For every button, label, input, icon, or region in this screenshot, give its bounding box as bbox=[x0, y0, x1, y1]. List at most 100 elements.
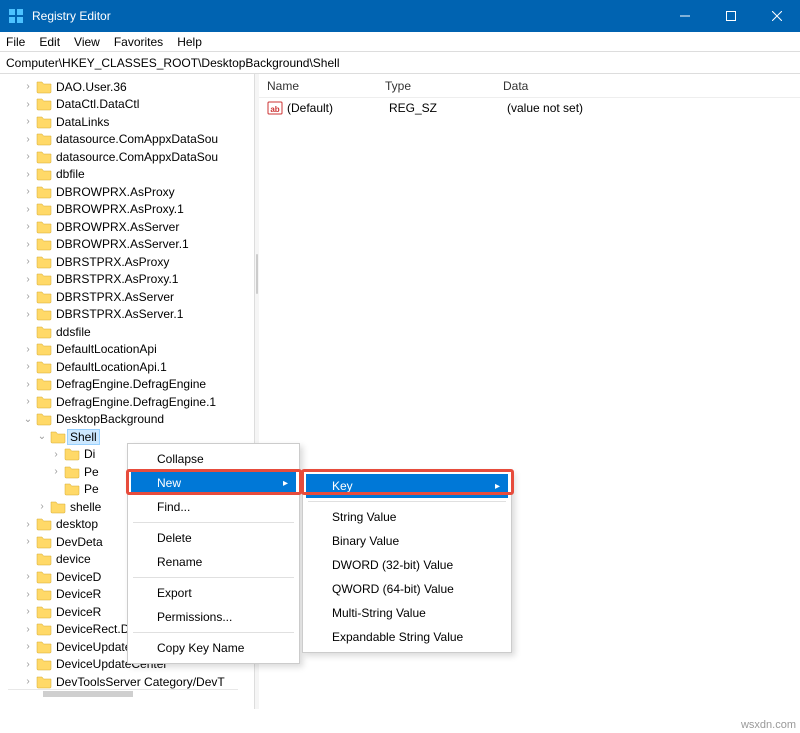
tree-item[interactable]: ›DBRSTPRX.AsServer.1 bbox=[0, 306, 254, 324]
ctx-collapse[interactable]: Collapse bbox=[131, 447, 296, 471]
menu-favorites[interactable]: Favorites bbox=[114, 35, 163, 49]
chevron-right-icon[interactable]: › bbox=[22, 186, 34, 197]
ctx-export[interactable]: Export bbox=[131, 581, 296, 605]
chevron-right-icon[interactable]: › bbox=[22, 519, 34, 530]
chevron-right-icon[interactable]: › bbox=[22, 606, 34, 617]
ctx-new-multistring[interactable]: Multi-String Value bbox=[306, 601, 508, 625]
chevron-right-icon[interactable]: › bbox=[22, 536, 34, 547]
folder-icon bbox=[36, 167, 52, 181]
chevron-right-icon[interactable]: › bbox=[22, 396, 34, 407]
chevron-right-icon[interactable]: › bbox=[22, 239, 34, 250]
tree-item[interactable]: ddsfile bbox=[0, 323, 254, 341]
tree-item[interactable]: ›DBRSTPRX.AsServer bbox=[0, 288, 254, 306]
string-value-icon: ab bbox=[267, 100, 283, 116]
tree-item[interactable]: › DBRSTPRX.AsProxy.1 bbox=[0, 271, 254, 289]
tree-item[interactable]: ›DataCtl.DataCtl bbox=[0, 96, 254, 114]
tree-label: DBRSTPRX.AsProxy bbox=[56, 255, 169, 269]
ctx-new-binary[interactable]: Binary Value bbox=[306, 529, 508, 553]
chevron-right-icon[interactable]: › bbox=[22, 169, 34, 180]
menu-file[interactable]: File bbox=[6, 35, 25, 49]
tree-item[interactable]: ›DefragEngine.DefragEngine bbox=[0, 376, 254, 394]
address-bar[interactable]: Computer\HKEY_CLASSES_ROOT\DesktopBackgr… bbox=[0, 52, 800, 74]
ctx-new-qword[interactable]: QWORD (64-bit) Value bbox=[306, 577, 508, 601]
folder-icon bbox=[36, 342, 52, 356]
chevron-right-icon[interactable]: › bbox=[22, 274, 34, 285]
tree-item[interactable]: › DevToolsServer Category/DevT bbox=[0, 673, 254, 691]
tree-item[interactable]: ›DataLinks bbox=[0, 113, 254, 131]
tree-item[interactable]: ›dbfile bbox=[0, 166, 254, 184]
chevron-right-icon[interactable]: › bbox=[22, 221, 34, 232]
folder-icon bbox=[36, 395, 52, 409]
ctx-new[interactable]: New bbox=[131, 471, 296, 495]
chevron-right-icon[interactable]: › bbox=[50, 449, 62, 460]
ctx-rename[interactable]: Rename bbox=[131, 550, 296, 574]
tree-item[interactable]: ⌄DesktopBackground bbox=[0, 411, 254, 429]
folder-icon bbox=[36, 377, 52, 391]
folder-icon bbox=[36, 272, 52, 286]
tree-label: DevToolsServer Category/DevT bbox=[56, 675, 225, 689]
ctx-delete[interactable]: Delete bbox=[131, 526, 296, 550]
chevron-right-icon[interactable]: › bbox=[22, 309, 34, 320]
chevron-right-icon[interactable]: › bbox=[22, 641, 34, 652]
chevron-right-icon[interactable]: › bbox=[36, 501, 48, 512]
chevron-right-icon[interactable]: › bbox=[22, 81, 34, 92]
tree-item[interactable]: ›DefragEngine.DefragEngine.1 bbox=[0, 393, 254, 411]
horizontal-scrollbar[interactable] bbox=[8, 689, 238, 697]
chevron-right-icon[interactable]: › bbox=[22, 589, 34, 600]
maximize-button[interactable] bbox=[708, 0, 754, 32]
minimize-button[interactable] bbox=[662, 0, 708, 32]
tree-item[interactable]: ›datasource.ComAppxDataSou bbox=[0, 148, 254, 166]
tree-item[interactable]: ›DefaultLocationApi.1 bbox=[0, 358, 254, 376]
tree-label: DBRSTPRX.AsProxy.1 bbox=[56, 272, 178, 286]
folder-icon bbox=[36, 185, 52, 199]
tree-item[interactable]: › DBRSTPRX.AsProxy bbox=[0, 253, 254, 271]
col-data[interactable]: Data bbox=[495, 79, 800, 93]
tree-item[interactable]: › DBROWPRX.AsServer.1 bbox=[0, 236, 254, 254]
col-name[interactable]: Name bbox=[259, 79, 377, 93]
chevron-right-icon[interactable]: › bbox=[22, 134, 34, 145]
menu-help[interactable]: Help bbox=[177, 35, 202, 49]
ctx-find[interactable]: Find... bbox=[131, 495, 296, 519]
folder-icon bbox=[36, 412, 52, 426]
ctx-copykeyname[interactable]: Copy Key Name bbox=[131, 636, 296, 660]
list-header[interactable]: Name Type Data bbox=[259, 74, 800, 98]
menu-view[interactable]: View bbox=[74, 35, 100, 49]
titlebar[interactable]: Registry Editor bbox=[0, 0, 800, 32]
tree-item[interactable]: ›DBROWPRX.AsProxy.1 bbox=[0, 201, 254, 219]
folder-icon bbox=[36, 640, 52, 654]
chevron-right-icon[interactable]: › bbox=[22, 116, 34, 127]
chevron-right-icon[interactable]: › bbox=[22, 571, 34, 582]
ctx-new-dword[interactable]: DWORD (32-bit) Value bbox=[306, 553, 508, 577]
ctx-new-key[interactable]: Key bbox=[306, 474, 508, 498]
chevron-right-icon[interactable]: › bbox=[50, 466, 62, 477]
col-type[interactable]: Type bbox=[377, 79, 495, 93]
chevron-down-icon[interactable]: ⌄ bbox=[22, 414, 34, 425]
tree-item[interactable]: ›datasource.ComAppxDataSou bbox=[0, 131, 254, 149]
tree-item[interactable]: ›DefaultLocationApi bbox=[0, 341, 254, 359]
chevron-right-icon[interactable]: › bbox=[22, 291, 34, 302]
chevron-right-icon[interactable]: › bbox=[22, 676, 34, 687]
chevron-right-icon[interactable]: › bbox=[22, 624, 34, 635]
value-name: (Default) bbox=[287, 101, 389, 115]
tree-item[interactable]: ›DBROWPRX.AsProxy bbox=[0, 183, 254, 201]
chevron-right-icon[interactable]: › bbox=[22, 659, 34, 670]
value-row[interactable]: ab (Default) REG_SZ (value not set) bbox=[259, 98, 800, 118]
chevron-right-icon[interactable]: › bbox=[22, 256, 34, 267]
svg-text:ab: ab bbox=[270, 105, 279, 114]
chevron-right-icon[interactable]: › bbox=[22, 379, 34, 390]
chevron-right-icon[interactable]: › bbox=[22, 151, 34, 162]
chevron-right-icon[interactable]: › bbox=[22, 99, 34, 110]
chevron-right-icon[interactable]: › bbox=[22, 361, 34, 372]
tree-label: DBROWPRX.AsServer.1 bbox=[56, 237, 189, 251]
menu-edit[interactable]: Edit bbox=[39, 35, 60, 49]
tree-item[interactable]: ›DBROWPRX.AsServer bbox=[0, 218, 254, 236]
close-button[interactable] bbox=[754, 0, 800, 32]
ctx-permissions[interactable]: Permissions... bbox=[131, 605, 296, 629]
chevron-right-icon[interactable]: › bbox=[22, 344, 34, 355]
chevron-down-icon[interactable]: ⌄ bbox=[36, 431, 48, 442]
ctx-new-expandstring[interactable]: Expandable String Value bbox=[306, 625, 508, 649]
regedit-icon bbox=[8, 8, 24, 24]
ctx-new-string[interactable]: String Value bbox=[306, 505, 508, 529]
chevron-right-icon[interactable]: › bbox=[22, 204, 34, 215]
tree-item[interactable]: ›DAO.User.36 bbox=[0, 78, 254, 96]
